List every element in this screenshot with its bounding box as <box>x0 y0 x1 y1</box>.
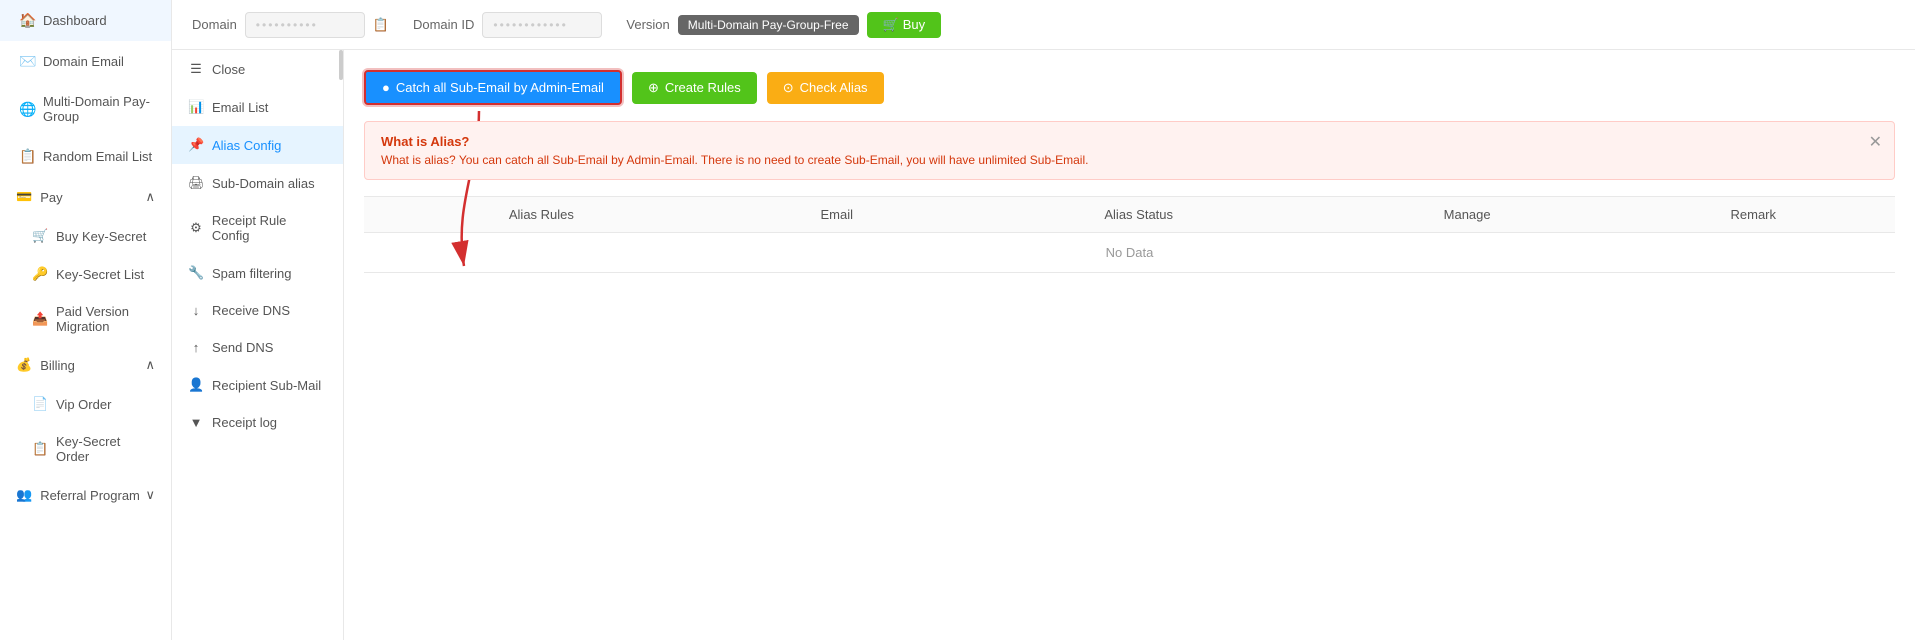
sub-domain-alias-icon: 🖨 <box>188 175 204 191</box>
key-order-icon: 📋 <box>32 441 48 457</box>
multi-domain-icon: 🌐 <box>19 101 35 118</box>
check-alias-button[interactable]: ⊙ Check Alias <box>767 72 884 104</box>
content-area: ☰ Close 📊 Email List 📌 Alias Config 🖨 Su… <box>172 50 1915 640</box>
sub-item-receipt-rule[interactable]: ⚙ Receipt Rule Config <box>172 202 343 254</box>
version-badge: Multi-Domain Pay-Group-Free <box>678 15 859 35</box>
key-list-icon: 🔑 <box>32 266 48 282</box>
dashboard-icon: 🏠 <box>19 12 35 29</box>
receive-dns-icon: ↓ <box>188 303 204 318</box>
pay-submenu: 🛒 Buy Key-Secret 🔑 Key-Secret List 📤 Pai… <box>0 217 171 345</box>
col-manage: Manage <box>1323 197 1612 233</box>
domain-id-field: Domain ID •••••••••••• <box>413 12 602 38</box>
copy-icon[interactable]: 📋 <box>373 17 389 33</box>
referral-chevron-icon: ∨ <box>145 487 155 503</box>
sidebar-item-dashboard[interactable]: 🏠 Dashboard <box>0 0 171 41</box>
billing-submenu: 📄 Vip Order 📋 Key-Secret Order <box>0 385 171 475</box>
col-email: Email <box>719 197 955 233</box>
alias-config-icon: 📌 <box>188 137 204 153</box>
info-banner: What is Alias? What is alias? You can ca… <box>364 121 1895 180</box>
col-alias-status: Alias Status <box>955 197 1323 233</box>
receipt-rule-icon: ⚙ <box>188 220 204 236</box>
sub-item-receive-dns[interactable]: ↓ Receive DNS <box>172 292 343 329</box>
no-data-cell: No Data <box>364 233 1895 273</box>
left-sidebar: 🏠 Dashboard ✉️ Domain Email 🌐 Multi-Doma… <box>0 0 172 640</box>
domain-value: •••••••••• <box>245 12 365 38</box>
sidebar-item-key-list[interactable]: 🔑 Key-Secret List <box>16 255 171 293</box>
create-icon: ⊕ <box>648 80 659 96</box>
domain-id-label: Domain ID <box>413 17 474 32</box>
domain-label: Domain <box>192 17 237 32</box>
sidebar-item-random-email[interactable]: 📋 Random Email List <box>0 136 171 177</box>
sidebar-section-referral[interactable]: 👥 Referral Program ∨ <box>0 475 171 515</box>
circle-icon: ● <box>382 80 390 95</box>
sub-item-send-dns[interactable]: ↑ Send DNS <box>172 329 343 366</box>
catch-all-button[interactable]: ● Catch all Sub-Email by Admin-Email <box>364 70 622 105</box>
domain-field: Domain •••••••••• 📋 <box>192 12 389 38</box>
paid-version-icon: 📤 <box>32 311 48 327</box>
pay-icon: 💳 <box>16 189 32 205</box>
buy-key-icon: 🛒 <box>32 228 48 244</box>
col-alias-rules: Alias Rules <box>364 197 719 233</box>
sidebar-item-vip-order[interactable]: 📄 Vip Order <box>16 385 171 423</box>
domain-email-icon: ✉️ <box>19 53 35 70</box>
sub-item-email-list[interactable]: 📊 Email List <box>172 88 343 126</box>
email-list-icon: 📊 <box>188 99 204 115</box>
action-bar: ● Catch all Sub-Email by Admin-Email ⊕ C… <box>364 70 1895 105</box>
receipt-log-icon: ▼ <box>188 415 204 430</box>
alias-table: Alias Rules Email Alias Status Manage Re… <box>364 196 1895 273</box>
random-email-icon: 📋 <box>19 148 35 165</box>
sub-item-alias-config[interactable]: 📌 Alias Config <box>172 126 343 164</box>
info-banner-text: What is alias? You can catch all Sub-Ema… <box>381 153 1878 167</box>
spam-icon: 🔧 <box>188 265 204 281</box>
sub-item-recipient-sub-mail[interactable]: 👤 Recipient Sub-Mail <box>172 366 343 404</box>
billing-icon: 💰 <box>16 357 32 373</box>
send-dns-icon: ↑ <box>188 340 204 355</box>
domain-id-value: •••••••••••• <box>482 12 602 38</box>
info-banner-title: What is Alias? <box>381 134 1878 149</box>
vip-order-icon: 📄 <box>32 396 48 412</box>
sidebar-section-billing[interactable]: 💰 Billing ∧ <box>0 345 171 385</box>
sidebar-item-buy-key[interactable]: 🛒 Buy Key-Secret <box>16 217 171 255</box>
col-remark: Remark <box>1612 197 1895 233</box>
sub-item-spam[interactable]: 🔧 Spam filtering <box>172 254 343 292</box>
banner-close-button[interactable]: ✕ <box>1869 132 1882 152</box>
billing-chevron-icon: ∧ <box>145 357 155 373</box>
version-label: Version <box>626 17 669 32</box>
referral-icon: 👥 <box>16 487 32 503</box>
buy-icon: 🛒 <box>883 17 899 33</box>
sub-item-sub-domain-alias[interactable]: 🖨 Sub-Domain alias <box>172 164 343 202</box>
sidebar-item-multi-domain[interactable]: 🌐 Multi-Domain Pay-Group <box>0 82 171 136</box>
page-content: ● Catch all Sub-Email by Admin-Email ⊕ C… <box>344 50 1915 640</box>
sub-item-receipt-log[interactable]: ▼ Receipt log <box>172 404 343 441</box>
close-menu-icon: ☰ <box>188 61 204 77</box>
main-area: Domain •••••••••• 📋 Domain ID ••••••••••… <box>172 0 1915 640</box>
sidebar-item-domain-email[interactable]: ✉️ Domain Email <box>0 41 171 82</box>
version-field: Version Multi-Domain Pay-Group-Free 🛒 Bu… <box>626 12 941 38</box>
buy-button[interactable]: 🛒 Buy <box>867 12 942 38</box>
sidebar-section-pay[interactable]: 💳 Pay ∧ <box>0 177 171 217</box>
sidebar-item-paid-version[interactable]: 📤 Paid Version Migration <box>16 293 171 345</box>
sidebar-item-key-order[interactable]: 📋 Key-Secret Order <box>16 423 171 475</box>
sub-item-close[interactable]: ☰ Close <box>172 50 343 88</box>
sub-sidebar: ☰ Close 📊 Email List 📌 Alias Config 🖨 Su… <box>172 50 344 640</box>
pay-chevron-icon: ∧ <box>145 189 155 205</box>
check-icon: ⊙ <box>783 80 794 96</box>
scrollbar[interactable] <box>339 50 343 80</box>
create-rules-button[interactable]: ⊕ Create Rules <box>632 72 757 104</box>
recipient-icon: 👤 <box>188 377 204 393</box>
topbar: Domain •••••••••• 📋 Domain ID ••••••••••… <box>172 0 1915 50</box>
